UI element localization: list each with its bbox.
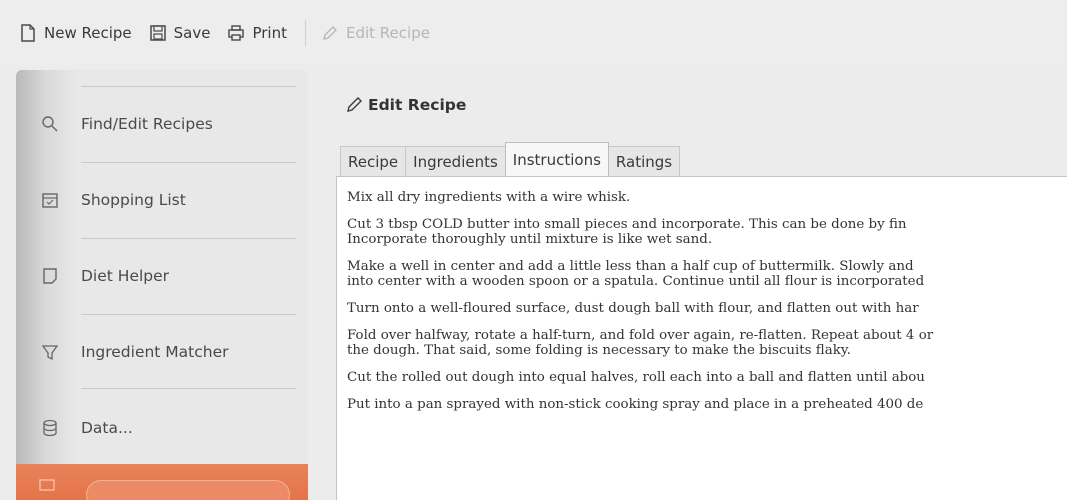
sidebar-item-diet-helper[interactable]: Diet Helper	[16, 238, 308, 314]
pencil-icon	[320, 23, 340, 43]
filter-icon	[38, 340, 62, 364]
instruction-line: Fold over halfway, rotate a half-turn, a…	[347, 328, 934, 343]
pencil-icon	[344, 95, 366, 117]
sidebar-item-ingredient-matcher[interactable]: Ingredient Matcher	[16, 314, 308, 390]
main-panel: Edit Recipe Recipe Ingredients Instructi…	[324, 70, 1067, 500]
instruction-line: Mix all dry ingredients with a wire whis…	[347, 190, 631, 205]
toolbar: New Recipe Save Print Edit Recipe	[0, 0, 1067, 66]
sidebar-divider	[81, 388, 296, 389]
sidebar: Find/Edit Recipes Shopping List Diet Hel…	[16, 70, 308, 500]
calendar-icon	[38, 188, 62, 212]
instruction-paragraph: Cut 3 tbsp COLD butter into small pieces…	[347, 217, 1067, 247]
instruction-line: Incorporate thoroughly until mixture is …	[347, 232, 713, 247]
instruction-paragraph: Mix all dry ingredients with a wire whis…	[347, 190, 1067, 205]
sidebar-item-label: Find/Edit Recipes	[81, 115, 213, 133]
printer-icon	[226, 23, 246, 43]
save-label: Save	[173, 24, 211, 42]
instruction-paragraph: Cut the rolled out dough into equal halv…	[347, 370, 1067, 385]
tab-ratings[interactable]: Ratings	[608, 146, 681, 176]
sidebar-item-label: Shopping List	[81, 191, 186, 209]
instruction-line: Cut the rolled out dough into equal halv…	[347, 370, 925, 385]
tab-recipe[interactable]: Recipe	[340, 146, 406, 176]
search-icon	[38, 112, 62, 136]
instruction-paragraph: Put into a pan sprayed with non-stick co…	[347, 397, 1067, 412]
instruction-line: Cut 3 tbsp COLD butter into small pieces…	[347, 217, 907, 232]
save-button[interactable]: Save	[148, 18, 211, 48]
tab-bar: Recipe Ingredients Instructions Ratings	[340, 142, 681, 176]
new-document-icon	[18, 23, 38, 43]
print-label: Print	[252, 24, 287, 42]
sidebar-item-icon	[38, 476, 58, 491]
print-button[interactable]: Print	[226, 18, 287, 48]
save-icon	[148, 23, 168, 43]
instruction-paragraph: Make a well in center and add a little l…	[347, 259, 1067, 289]
new-recipe-label: New Recipe	[44, 24, 132, 42]
instruction-line: into center with a wooden spoon or a spa…	[347, 274, 925, 289]
sidebar-item-label: Data...	[81, 419, 133, 437]
instruction-line: Turn onto a well-floured surface, dust d…	[347, 301, 919, 316]
new-recipe-button[interactable]: New Recipe	[18, 18, 132, 48]
instruction-line: Make a well in center and add a little l…	[347, 259, 914, 274]
instruction-line: Put into a pan sprayed with non-stick co…	[347, 397, 924, 412]
sidebar-item-data[interactable]: Data...	[16, 390, 308, 466]
note-icon	[38, 264, 62, 288]
sidebar-item-label: Ingredient Matcher	[81, 343, 229, 361]
sidebar-item-label: Diet Helper	[81, 267, 170, 285]
tab-ingredients[interactable]: Ingredients	[405, 146, 505, 176]
instruction-paragraph: Turn onto a well-floured surface, dust d…	[347, 301, 1067, 316]
sidebar-item-active[interactable]	[16, 464, 308, 500]
database-icon	[38, 416, 62, 440]
sidebar-search-field[interactable]	[86, 480, 290, 500]
instructions-editor[interactable]: Mix all dry ingredients with a wire whis…	[336, 176, 1067, 500]
instruction-line: the dough. That said, some folding is ne…	[347, 343, 851, 358]
tab-instructions[interactable]: Instructions	[504, 142, 609, 176]
sidebar-item-shopping-list[interactable]: Shopping List	[16, 162, 308, 238]
edit-recipe-button[interactable]: Edit Recipe	[320, 18, 430, 48]
toolbar-divider	[304, 20, 306, 46]
edit-recipe-label: Edit Recipe	[345, 24, 430, 42]
page-title: Edit Recipe	[368, 96, 467, 114]
instruction-paragraph: Fold over halfway, rotate a half-turn, a…	[347, 328, 1067, 358]
sidebar-item-find-edit-recipes[interactable]: Find/Edit Recipes	[16, 86, 308, 162]
